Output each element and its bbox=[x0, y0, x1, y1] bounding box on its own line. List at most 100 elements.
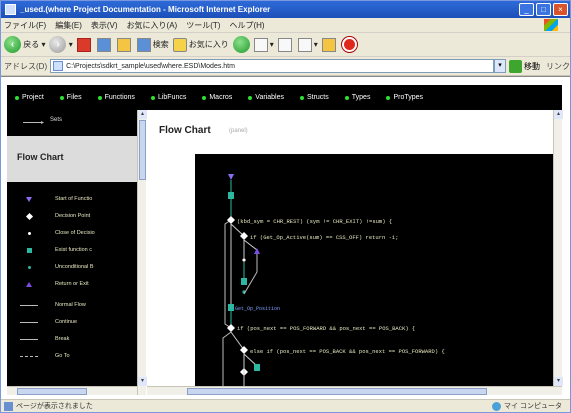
minimize-button[interactable]: _ bbox=[519, 3, 534, 16]
star-icon bbox=[172, 37, 187, 52]
page-done-icon bbox=[4, 401, 13, 411]
search-icon bbox=[136, 37, 151, 52]
nav-structs[interactable]: Structs bbox=[299, 94, 329, 101]
toolbar: ‹ 戻る ▾ › ▾ 検索 お気に入り ▾ ▾ bbox=[1, 33, 570, 57]
search-button[interactable]: 検索 bbox=[136, 36, 169, 54]
edit-button[interactable]: ▾ bbox=[297, 36, 318, 54]
ie-icon bbox=[5, 4, 16, 15]
stop-button[interactable] bbox=[76, 36, 93, 54]
refresh-icon bbox=[96, 37, 111, 52]
title-bar[interactable]: _used.(where Project Documentation - Mic… bbox=[1, 1, 570, 18]
forward-button[interactable]: › ▾ bbox=[49, 36, 73, 54]
status-bar: ページが表示されました マイ コンピュータ bbox=[1, 399, 570, 412]
address-url: C:\Projects\sdkrt_sample\used\where.ESD\… bbox=[66, 62, 235, 70]
legend-item: Decision Point bbox=[17, 211, 135, 221]
legend-title: Flow Chart bbox=[17, 152, 64, 162]
page-title: Flow Chart bbox=[159, 125, 211, 136]
nav-macros[interactable]: Macros bbox=[202, 94, 232, 101]
status-text: ページが表示されました bbox=[16, 403, 93, 410]
loop-back-line bbox=[224, 219, 232, 329]
sets-line-icon bbox=[23, 122, 43, 123]
menu-edit[interactable]: 編集(E) bbox=[55, 20, 82, 31]
menu-tools[interactable]: ツール(T) bbox=[186, 20, 220, 31]
scroll-up-icon[interactable]: ▴ bbox=[554, 110, 563, 119]
menu-favorites[interactable]: お気に入り(A) bbox=[127, 20, 178, 31]
legend-item: Normal Flow bbox=[17, 300, 135, 310]
links-button[interactable]: リンク bbox=[546, 61, 570, 72]
go-arrow-icon[interactable] bbox=[509, 59, 522, 73]
flowchart-vertical-scrollbar[interactable]: ▴ ▾ bbox=[553, 110, 563, 386]
home-icon bbox=[116, 37, 131, 52]
address-bar: アドレス(D) C:\Projects\sdkrt_sample\used\wh… bbox=[1, 57, 570, 76]
line-icon bbox=[20, 321, 38, 323]
close-button[interactable]: × bbox=[553, 3, 568, 16]
page-content: Project Files Functions LibFuncs Macros … bbox=[1, 76, 570, 399]
legend-item: Unconditional B bbox=[17, 262, 135, 272]
function-call-node bbox=[228, 192, 234, 199]
legend-item: Exist function c bbox=[17, 245, 135, 255]
small-dot-icon bbox=[27, 231, 31, 235]
home-button[interactable] bbox=[116, 36, 133, 54]
flowchart-frame: Flow Chart (panel) (kbd_sym = CHR_REST) … bbox=[147, 110, 563, 395]
scroll-thumb[interactable] bbox=[187, 388, 487, 395]
address-dropdown-button[interactable]: ▾ bbox=[494, 59, 506, 73]
bullet-icon bbox=[386, 95, 391, 100]
scroll-up-icon[interactable]: ▴ bbox=[138, 110, 147, 119]
refresh-button[interactable] bbox=[96, 36, 113, 54]
decision-node bbox=[240, 346, 248, 354]
menu-file[interactable]: ファイル(F) bbox=[4, 20, 46, 31]
folder-icon bbox=[321, 37, 336, 52]
messenger-icon bbox=[341, 37, 357, 52]
back-arrow-icon: ‹ bbox=[4, 36, 21, 53]
flow-line bbox=[230, 331, 245, 351]
folder-button[interactable] bbox=[321, 36, 338, 54]
scroll-thumb[interactable] bbox=[17, 388, 87, 395]
address-input[interactable]: C:\Projects\sdkrt_sample\used\where.ESD\… bbox=[50, 59, 494, 73]
mail-icon bbox=[253, 37, 268, 52]
menu-view[interactable]: 表示(V) bbox=[91, 20, 118, 31]
security-zone: マイ コンピュータ bbox=[492, 401, 562, 411]
stop-icon bbox=[76, 37, 91, 52]
menu-help[interactable]: ヘルプ(H) bbox=[229, 20, 264, 31]
decision-node bbox=[227, 216, 235, 224]
code-line: Get_Op_Position bbox=[235, 306, 280, 312]
nav-libfuncs[interactable]: LibFuncs bbox=[150, 94, 186, 101]
nav-project[interactable]: Project bbox=[15, 94, 44, 101]
scroll-thumb[interactable] bbox=[139, 120, 146, 180]
scroll-down-icon[interactable]: ▾ bbox=[554, 377, 563, 386]
favorites-button[interactable]: お気に入り bbox=[172, 36, 229, 54]
legend-item: Continue bbox=[17, 317, 135, 327]
legend-frame: ▸ Sets Flow Chart Start of Functio Decis… bbox=[7, 110, 147, 395]
print-button[interactable] bbox=[277, 36, 294, 54]
legend-horizontal-scrollbar[interactable] bbox=[7, 386, 137, 395]
nav-protypes[interactable]: ProTypes bbox=[386, 94, 423, 101]
nav-types[interactable]: Types bbox=[344, 94, 370, 101]
menu-bar: ファイル(F) 編集(E) 表示(V) お気に入り(A) ツール(T) ヘルプ(… bbox=[1, 18, 570, 33]
address-label: アドレス(D) bbox=[4, 61, 48, 71]
nav-files[interactable]: Files bbox=[59, 94, 82, 101]
doc-nav-bar: Project Files Functions LibFuncs Macros … bbox=[7, 85, 562, 110]
mail-button[interactable]: ▾ bbox=[253, 36, 274, 54]
page-subtitle: (panel) bbox=[229, 128, 248, 134]
legend-vertical-scrollbar[interactable]: ▴ ▾ bbox=[137, 110, 147, 395]
scroll-down-icon[interactable]: ▾ bbox=[138, 377, 147, 386]
go-button[interactable]: 移動 bbox=[524, 61, 540, 72]
nav-functions[interactable]: Functions bbox=[97, 94, 135, 101]
flowchart-horizontal-scrollbar[interactable] bbox=[147, 386, 562, 395]
nav-variables[interactable]: Variables bbox=[248, 94, 284, 101]
function-call-node bbox=[254, 364, 260, 371]
triangle-up-icon bbox=[26, 281, 32, 287]
bullet-icon bbox=[202, 95, 207, 100]
loop-back-line bbox=[222, 331, 232, 386]
maximize-button[interactable]: □ bbox=[536, 3, 551, 16]
back-button[interactable]: ‹ 戻る ▾ bbox=[4, 36, 45, 54]
history-button[interactable] bbox=[232, 36, 250, 54]
window-title: _used.(where Project Documentation - Mic… bbox=[20, 5, 271, 14]
code-line: else if (pos_next == POS_BACK && pos_nex… bbox=[250, 348, 445, 355]
dot-icon bbox=[27, 265, 31, 269]
messenger-button[interactable] bbox=[341, 36, 357, 54]
bullet-icon bbox=[299, 95, 304, 100]
my-computer-icon bbox=[492, 401, 502, 411]
edit-page-icon bbox=[297, 37, 312, 52]
legend-list: Start of Functio Decision Point Close of… bbox=[7, 182, 137, 395]
